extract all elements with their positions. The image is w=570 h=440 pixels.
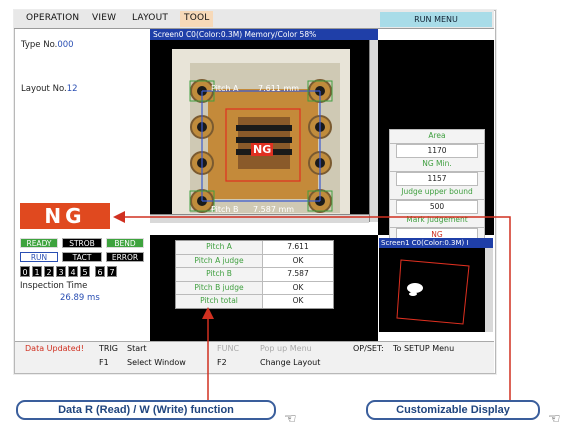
- ng-overlay-tag: NG: [251, 143, 274, 156]
- callout-customizable-display: Customizable Display: [366, 400, 540, 420]
- trig-action: Start: [127, 344, 147, 353]
- menu-layout[interactable]: LAYOUT: [132, 13, 168, 23]
- judge-upper-bound-label: Judge upper bound: [390, 186, 484, 200]
- menu-tool[interactable]: TOOL: [180, 11, 214, 27]
- area-judgement-table: Area 1170 NG Min. 1157 Judge upper bound…: [389, 129, 485, 243]
- menu-operation[interactable]: OPERATION: [26, 13, 79, 23]
- area-value: 1170: [396, 143, 478, 158]
- f2-action: Change Layout: [260, 358, 321, 367]
- sub-image-view[interactable]: [379, 248, 485, 332]
- op-set-action: To SETUP Menu: [393, 344, 455, 353]
- pitch-total-value: OK: [263, 295, 333, 308]
- pitch-b-judge-label: Pitch B judge: [176, 281, 263, 294]
- channel-3: 3: [56, 266, 66, 277]
- channel-5: 5: [80, 266, 90, 277]
- pitch-b-label: Pitch B: [176, 268, 263, 281]
- pcb-image: [150, 40, 378, 227]
- table-row: Pitch total OK: [176, 295, 333, 308]
- f1-action: Select Window: [127, 358, 186, 367]
- pitch-a-overlay-label: Pitch A: [211, 84, 239, 93]
- table-row: Pitch B 7.587: [176, 268, 333, 282]
- data-updated-message: Data Updated!: [25, 344, 84, 353]
- pitch-a-overlay-value: 7.611 mm: [258, 84, 300, 93]
- run-menu-button[interactable]: RUN MENU: [380, 12, 492, 27]
- type-number: Type No.000: [21, 40, 74, 50]
- hand-pointer-icon: ☜: [284, 411, 297, 427]
- f2-key: F2: [217, 358, 227, 367]
- status-error: ERROR: [106, 252, 144, 262]
- status-bend: BEND: [106, 238, 144, 248]
- main-view-horizontal-scrollbar[interactable]: [150, 214, 369, 223]
- inspection-time-label: Inspection Time: [20, 281, 88, 291]
- area-label: Area: [390, 130, 484, 144]
- status-footer: Data Updated! TRIG Start FUNC Pop up Men…: [15, 341, 494, 373]
- table-row: Pitch A judge OK: [176, 254, 333, 268]
- table-row: Pitch B judge OK: [176, 281, 333, 295]
- pitch-b-overlay-label: Pitch B: [211, 205, 239, 214]
- pitch-a-judge-label: Pitch A judge: [176, 254, 263, 267]
- mark-judgement-label: Mark judgement: [390, 214, 484, 228]
- pitch-b-overlay-value: 7.587 mm: [253, 205, 295, 214]
- pitch-a-label: Pitch A: [176, 241, 263, 254]
- judgement-result: NG: [20, 203, 110, 229]
- table-row: Pitch A 7.611: [176, 241, 333, 255]
- pitch-results-table: Pitch A 7.611 Pitch A judge OK Pitch B 7…: [175, 240, 334, 309]
- ng-min-label: NG Min.: [390, 158, 484, 172]
- layout-number-value: 12: [66, 84, 78, 94]
- pitch-b-judge-value: OK: [263, 281, 333, 294]
- func-action: Pop up Menu: [260, 344, 312, 353]
- pitch-total-label: Pitch total: [176, 295, 263, 308]
- layout-number: Layout No.12: [21, 84, 78, 94]
- status-strob: STROB: [62, 238, 102, 248]
- judge-upper-bound-value: 500: [396, 199, 478, 214]
- status-ready: READY: [20, 238, 58, 248]
- status-tact: TACT: [62, 252, 102, 262]
- pitch-a-value: 7.611: [263, 241, 333, 254]
- inspection-time-value: 26.89 ms: [60, 293, 100, 303]
- channel-7: 7: [107, 266, 117, 277]
- channel-2: 2: [44, 266, 54, 277]
- channel-4: 4: [68, 266, 78, 277]
- sub-view-scrollbar[interactable]: [485, 248, 493, 332]
- func-key: FUNC: [217, 344, 240, 353]
- sub-view-title: Screen1 C0(Color:0.3M) I: [379, 238, 493, 248]
- status-run: RUN: [20, 252, 58, 262]
- menu-view[interactable]: VIEW: [92, 13, 116, 23]
- main-view-title: Screen0 C0(Color:0.3M) Memory/Color 58%: [150, 29, 378, 40]
- hand-pointer-icon: ☜: [548, 411, 561, 427]
- channel-1: 1: [32, 266, 42, 277]
- type-number-value: 000: [57, 40, 74, 50]
- main-image-view[interactable]: [150, 29, 378, 227]
- pitch-a-judge-value: OK: [263, 254, 333, 267]
- trig-key: TRIG: [99, 344, 119, 353]
- op-set-key: OP/SET:: [353, 344, 384, 353]
- ng-min-value: 1157: [396, 171, 478, 186]
- callout-data-rw: Data R (Read) / W (Write) function: [16, 400, 276, 420]
- sub-image: [396, 259, 470, 325]
- channel-6: 6: [95, 266, 105, 277]
- pitch-b-value: 7.587: [263, 268, 333, 281]
- f1-key: F1: [99, 358, 109, 367]
- channel-0: 0: [20, 266, 30, 277]
